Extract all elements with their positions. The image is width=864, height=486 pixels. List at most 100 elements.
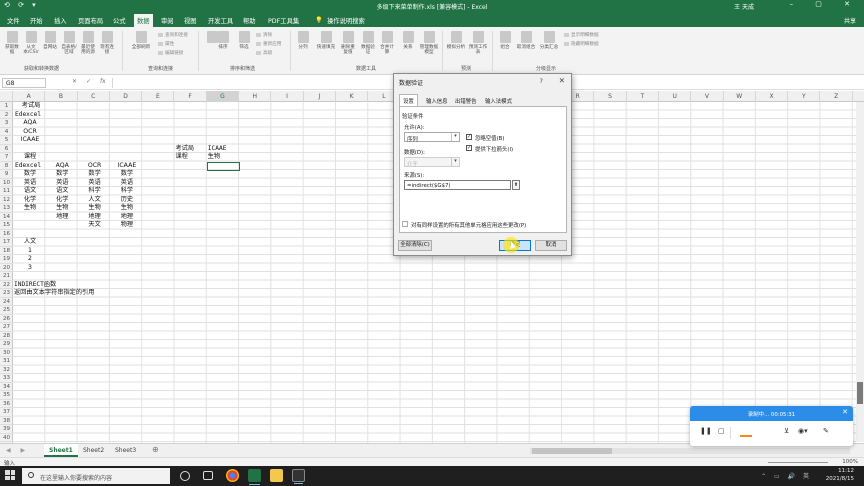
row-header-26[interactable]: 26	[0, 315, 13, 323]
cell-d14[interactable]: 地理	[111, 213, 143, 222]
pause-icon[interactable]: ❚❚	[700, 427, 712, 435]
cell-d10[interactable]: 英语	[111, 179, 143, 188]
recent-sources-button[interactable]: 最近使用的源	[80, 31, 96, 55]
range-select-icon[interactable]: ⬆	[512, 180, 520, 190]
task-view-icon[interactable]	[203, 471, 213, 480]
tab-data[interactable]: 数据	[134, 14, 153, 27]
manage-data-model-button[interactable]: 管理数据模型	[418, 31, 440, 55]
allow-select[interactable]: 序列 ▾	[404, 132, 460, 143]
tab-page-layout[interactable]: 页面布局	[78, 16, 103, 25]
cell-c13[interactable]: 生物	[79, 204, 111, 213]
row-header-14[interactable]: 14	[0, 213, 13, 221]
name-box[interactable]: G8	[2, 78, 46, 88]
taskbar-search-input[interactable]: 在这里输入你要搜索的内容	[22, 468, 170, 484]
cell-c9[interactable]: 数学	[79, 170, 111, 179]
row-header-7[interactable]: 7	[0, 153, 13, 162]
marker-icon[interactable]: ⊻	[784, 427, 789, 435]
from-table-button[interactable]: 自表格/区域	[61, 31, 77, 55]
column-header-s[interactable]: S	[594, 91, 627, 102]
cell-f7[interactable]: 课程	[176, 153, 188, 162]
cell-a20[interactable]: 3	[14, 264, 46, 273]
cell-d15[interactable]: 物理	[111, 221, 143, 230]
flash-fill-button[interactable]: 快速填充	[315, 31, 337, 50]
column-header-e[interactable]: E	[142, 91, 175, 102]
get-data-button[interactable]: 获取数据	[4, 31, 20, 55]
column-header-k[interactable]: K	[336, 91, 369, 102]
column-header-g[interactable]: G	[206, 91, 240, 102]
from-text-csv-button[interactable]: 从文本/CSV	[23, 31, 39, 55]
text-to-columns-button[interactable]: 分列	[295, 31, 311, 50]
cell-d8[interactable]: ICAAE	[111, 162, 143, 171]
add-sheet-button[interactable]: ⊕	[152, 445, 159, 454]
pen-icon[interactable]: ✎	[823, 427, 829, 435]
cell-c11[interactable]: 科学	[79, 187, 111, 196]
row-header-18[interactable]: 18	[0, 247, 13, 255]
active-cell-selection[interactable]	[206, 161, 241, 171]
properties-item[interactable]: 属性	[158, 41, 174, 47]
remove-duplicates-button[interactable]: 删除重复值	[339, 31, 357, 55]
edit-links-item[interactable]: 编辑链接	[158, 50, 183, 56]
close-icon[interactable]: ✕	[559, 76, 565, 85]
what-if-button[interactable]: 模拟分析	[446, 31, 466, 50]
recorder-app-icon[interactable]	[292, 469, 305, 484]
tab-review[interactable]: 审阅	[161, 16, 174, 25]
consolidate-button[interactable]: 合并计算	[378, 31, 396, 55]
enter-icon[interactable]: ✓	[86, 78, 91, 85]
row-header-16[interactable]: 16	[0, 230, 13, 238]
vertical-scrollbar[interactable]	[856, 102, 864, 442]
column-header-c[interactable]: C	[78, 91, 110, 102]
cell-a22[interactable]: INDIRECT函数	[14, 281, 56, 290]
cell-a18[interactable]: 1	[14, 247, 46, 256]
chrome-icon[interactable]	[226, 469, 239, 482]
help-icon[interactable]: ?	[540, 77, 543, 85]
column-header-x[interactable]: X	[756, 91, 789, 102]
scrollbar-thumb[interactable]	[532, 448, 612, 454]
group-button[interactable]: 组合	[497, 31, 513, 50]
row-header-3[interactable]: 3	[0, 119, 13, 128]
row-header-8[interactable]: 8	[0, 162, 13, 170]
row-header-35[interactable]: 35	[0, 391, 13, 400]
fx-icon[interactable]: fx	[100, 78, 106, 85]
tell-me-search[interactable]: 操作说明搜索	[327, 16, 365, 25]
cell-b8[interactable]: AQA	[46, 162, 78, 171]
cell-a23[interactable]: 返回由文本字符串指定的引用	[14, 289, 94, 298]
advanced-filter-item[interactable]: 高级	[256, 50, 272, 56]
scrollbar-thumb[interactable]	[857, 382, 863, 404]
sheet-tab-sheet2[interactable]: Sheet2	[78, 444, 109, 457]
cell-f6[interactable]: 考试局	[176, 145, 195, 154]
close-icon[interactable]: ✕	[842, 408, 848, 416]
cell-c10[interactable]: 英语	[79, 179, 111, 188]
row-header-2[interactable]: 2	[0, 111, 13, 119]
column-header-f[interactable]: F	[175, 91, 207, 102]
ungroup-button[interactable]: 取消组合	[516, 31, 536, 50]
row-header-40[interactable]: 40	[0, 434, 13, 442]
row-header-34[interactable]: 34	[0, 383, 13, 391]
window-controls[interactable]: – ▢ ✕	[790, 0, 860, 8]
row-header-39[interactable]: 39	[0, 425, 13, 434]
tab-error-alert[interactable]: 出错警告	[452, 95, 480, 106]
refresh-all-button[interactable]: 全部刷新	[130, 31, 152, 50]
in-cell-dropdown-checkbox[interactable]: ✓	[466, 145, 472, 151]
sort-button[interactable]: 排序	[214, 31, 232, 50]
cell-a12[interactable]: 化学	[14, 196, 46, 205]
tab-insert[interactable]: 插入	[54, 16, 67, 25]
row-header-27[interactable]: 27	[0, 323, 13, 332]
row-header-10[interactable]: 10	[0, 179, 13, 187]
cell-b14[interactable]: 地理	[46, 213, 78, 222]
tab-file[interactable]: 文件	[7, 16, 20, 25]
queries-connections-item[interactable]: 查询和连接	[158, 32, 188, 38]
relationships-button[interactable]: 关系	[400, 31, 416, 50]
cell-a5[interactable]: ICAAE	[14, 136, 46, 145]
cell-b9[interactable]: 数学	[46, 170, 78, 179]
column-header-w[interactable]: W	[724, 91, 756, 102]
hide-detail-item[interactable]: 隐藏明细数据	[564, 41, 599, 47]
sheet-tab-sheet3[interactable]: Sheet3	[110, 444, 141, 457]
row-header-36[interactable]: 36	[0, 400, 13, 408]
cell-g6[interactable]: ICAAE	[208, 145, 227, 154]
forecast-sheet-button[interactable]: 预测工作表	[468, 31, 488, 55]
row-header-24[interactable]: 24	[0, 298, 13, 306]
row-header-4[interactable]: 4	[0, 128, 13, 136]
file-explorer-icon[interactable]	[270, 469, 283, 482]
row-header-17[interactable]: 17	[0, 238, 13, 247]
tab-formulas[interactable]: 公式	[113, 16, 126, 25]
